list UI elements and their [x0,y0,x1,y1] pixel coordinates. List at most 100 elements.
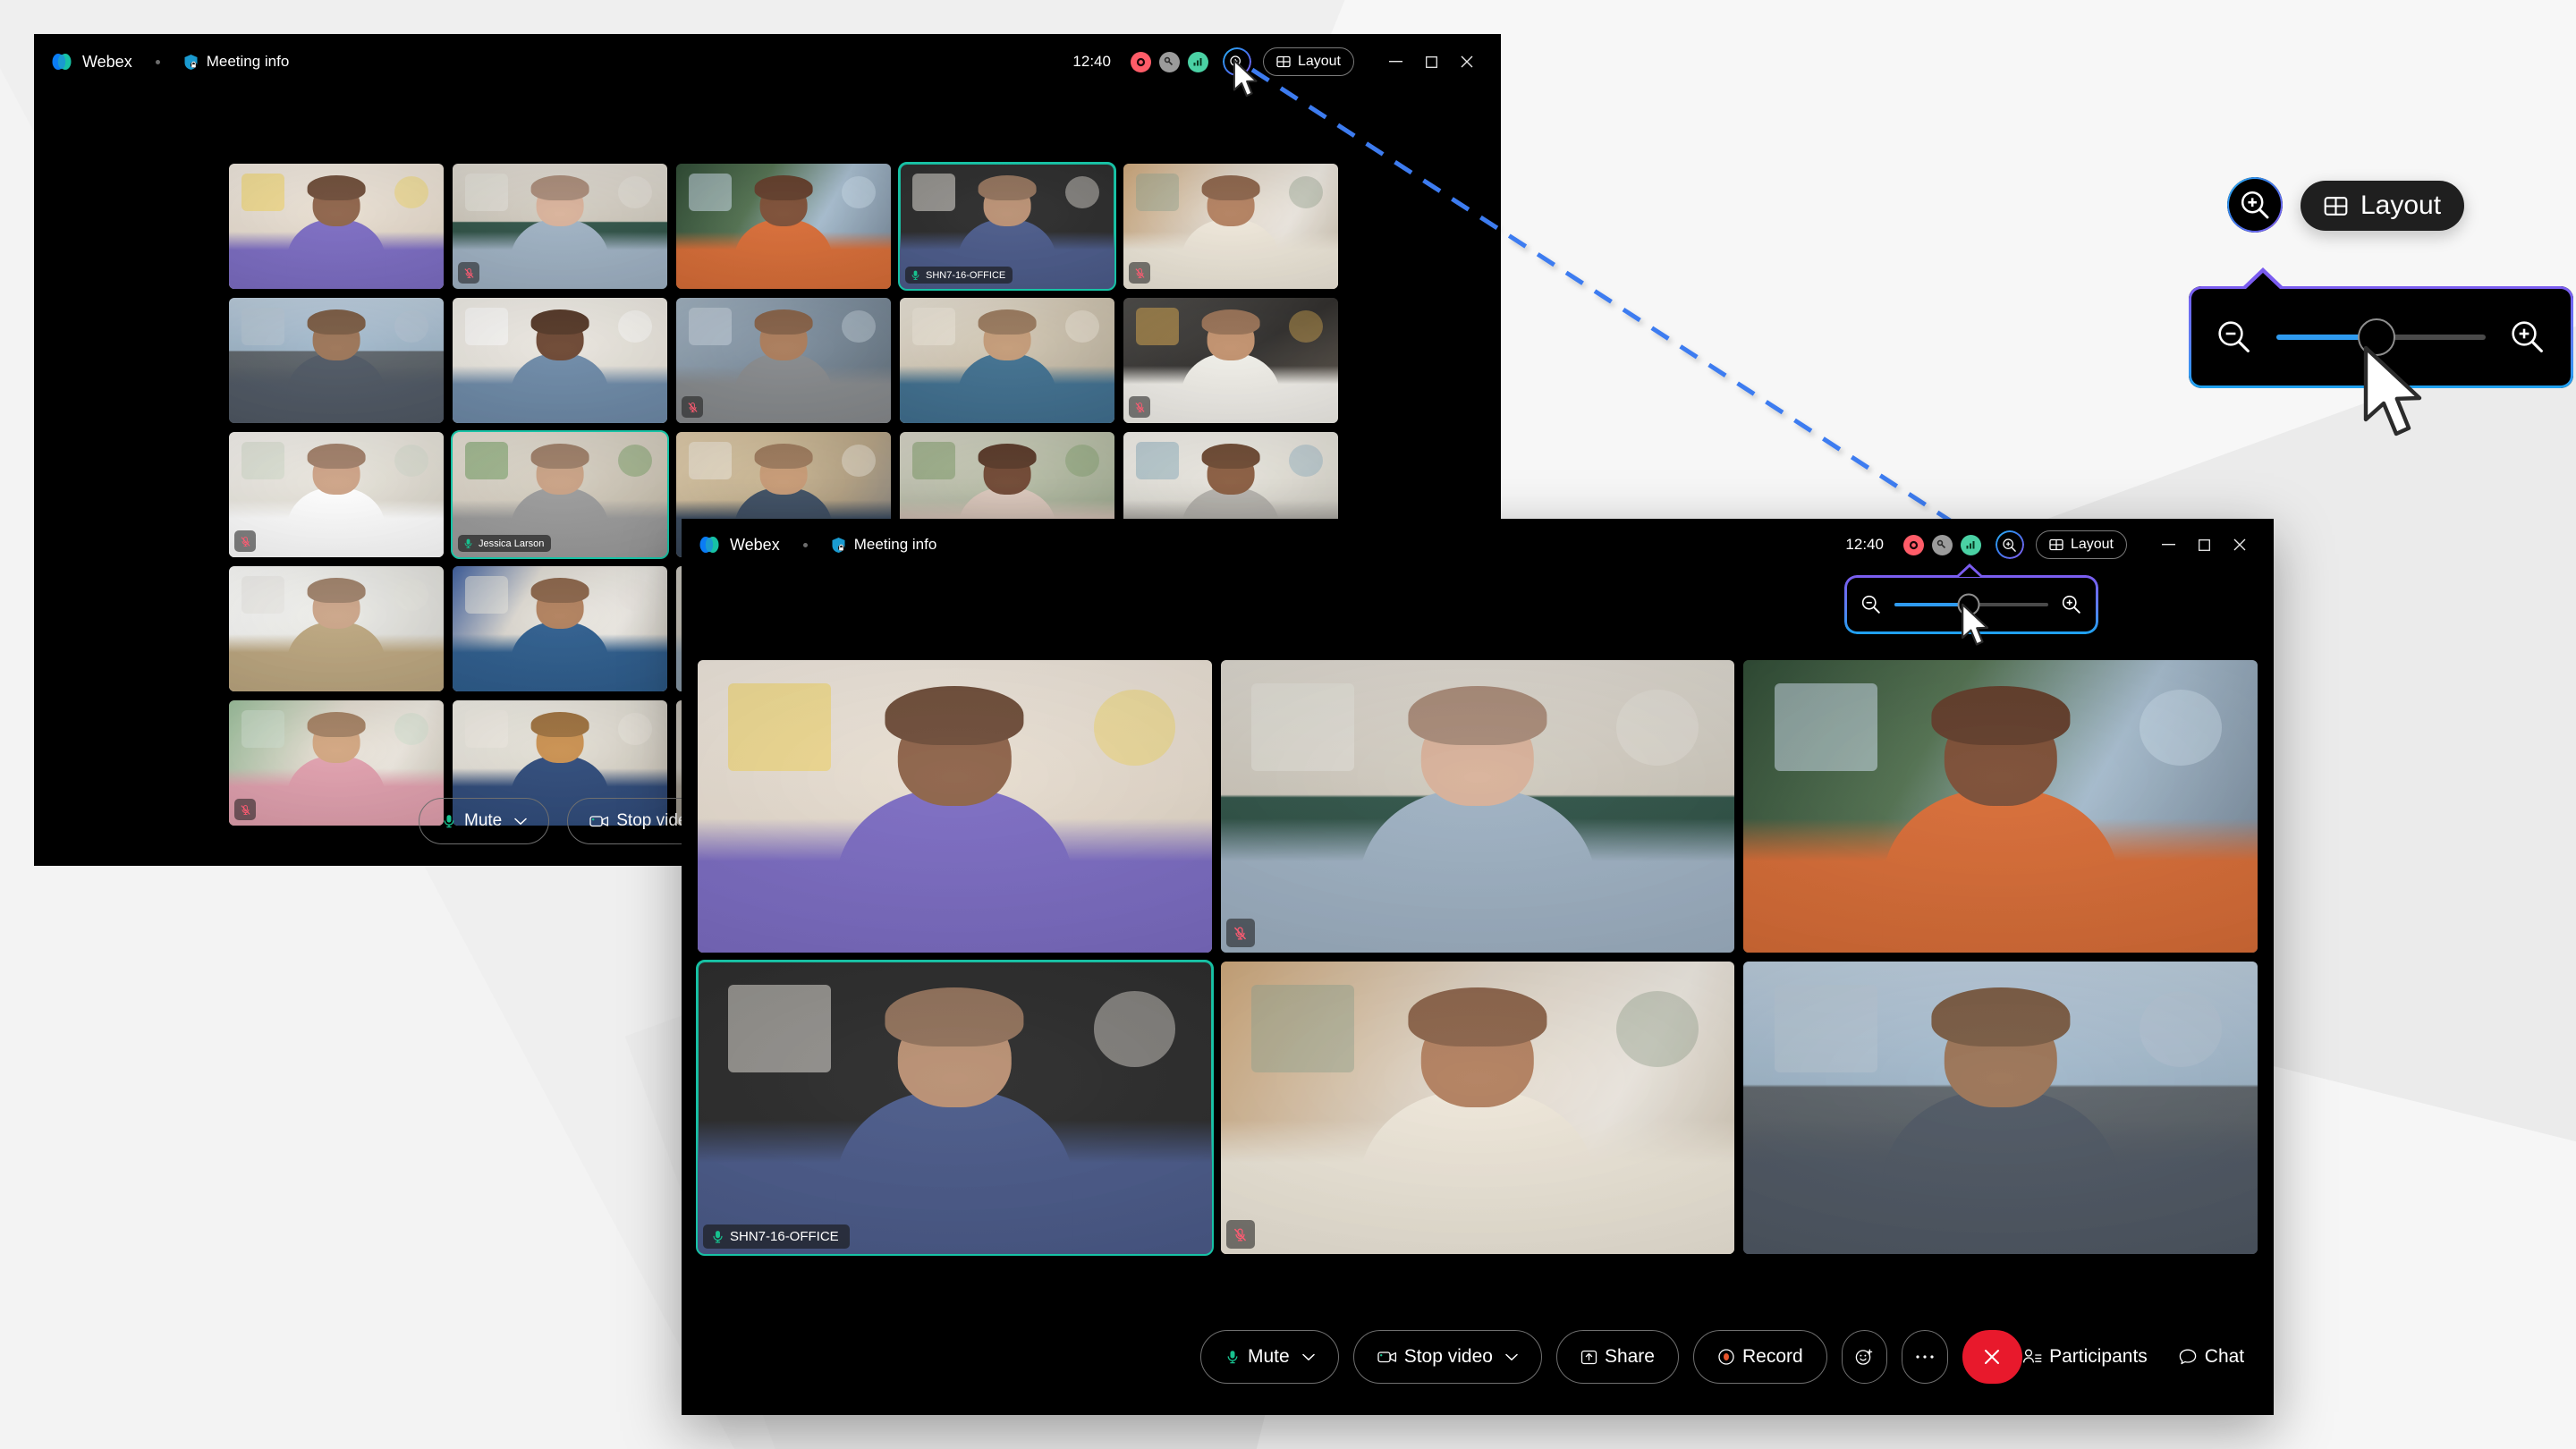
record-button[interactable]: Record [1692,1330,1827,1384]
mute-button[interactable]: Mute [1200,1330,1339,1384]
video-tile[interactable] [229,566,444,691]
zoom-slider-handle[interactable] [1957,593,1980,616]
zoom-slider-handle[interactable] [2358,318,2396,356]
grid-layout-icon [1276,55,1291,69]
participant-name-chip: Jessica Larson [458,535,552,552]
video-tile[interactable] [1220,962,1735,1254]
video-tile[interactable] [1123,298,1338,423]
participants-icon [2022,1348,2042,1366]
end-meeting-button[interactable] [1962,1330,2023,1384]
close-button[interactable] [1449,47,1485,77]
muted-microphone-badge [1225,919,1255,947]
more-options-button[interactable] [1902,1330,1948,1384]
zoom-slider-track[interactable] [1894,593,2048,616]
chevron-down-icon[interactable] [1505,1353,1518,1361]
callout-zoom-view-button[interactable] [2227,177,2283,233]
stop-video-button[interactable]: Stop video [1352,1330,1542,1384]
camera-icon [589,813,609,829]
meeting-info-button[interactable]: Meeting info [831,536,936,554]
meeting-info-label: Meeting info [206,53,290,70]
stop-video-button-label: Stop video [1403,1346,1493,1367]
video-tile[interactable] [229,164,444,289]
layout-button-label: Layout [1297,54,1341,69]
webex-meeting-window-zoomed-view[interactable]: Webex Meeting info 12:40 Layout SHN7-16-… [682,519,2274,1415]
meeting-info-button[interactable]: Meeting info [183,53,290,71]
recording-status-icon[interactable] [1902,534,1924,555]
participants-button-label: Participants [2049,1346,2148,1367]
zoom-in-icon[interactable] [2061,594,2082,615]
video-tile[interactable] [1123,164,1338,289]
video-tile[interactable] [453,164,667,289]
chat-bubble-icon [2178,1348,2198,1366]
mute-button-label: Mute [1248,1346,1290,1367]
video-tile[interactable]: SHN7-16-OFFICE [898,162,1116,291]
meeting-key-icon[interactable] [1931,534,1953,555]
close-icon [1982,1347,2002,1367]
microphone-icon [441,813,457,829]
microphone-muted-icon [463,267,475,279]
maximize-button[interactable] [1413,47,1449,77]
muted-microphone-badge [234,530,256,552]
recording-status-icon[interactable] [1130,51,1151,72]
video-tile[interactable] [1743,962,2258,1254]
callout-layout-label: Layout [2360,191,2442,220]
popover-caret-inner [1959,567,1980,577]
zoom-slider-popover[interactable] [1844,564,2098,634]
layout-button[interactable]: Layout [1262,47,1354,76]
record-icon [1717,1348,1735,1366]
zoom-view-button[interactable] [1222,47,1251,76]
video-tile[interactable] [453,566,667,691]
minimize-button[interactable] [2150,530,2186,560]
meeting-info-icon [183,54,199,71]
front-window-video-grid: SHN7-16-OFFICE [696,660,2258,1256]
video-tile[interactable] [1743,660,2258,953]
callout-layout-button[interactable]: Layout [2301,181,2465,231]
maximize-button[interactable] [2186,530,2222,560]
microphone-icon [1224,1349,1241,1365]
callout-popover-caret-inner [2246,273,2280,289]
share-icon [1580,1349,1597,1366]
video-tile[interactable]: Jessica Larson [451,430,669,559]
video-tile[interactable] [900,298,1114,423]
chat-button[interactable]: Chat [2178,1330,2244,1384]
zoom-slider-track[interactable] [2276,318,2486,356]
video-tile[interactable] [229,432,444,557]
callout-zoom-slider-popover[interactable] [2189,267,2573,388]
mute-button[interactable]: Mute [419,798,550,844]
network-quality-icon[interactable] [1960,534,1981,555]
participants-button[interactable]: Participants [2022,1330,2148,1384]
microphone-icon [910,269,921,281]
video-tile[interactable] [698,660,1212,953]
share-button-label: Share [1604,1346,1655,1367]
zoom-view-button[interactable] [1995,530,2024,559]
video-tile[interactable] [453,298,667,423]
reactions-button[interactable] [1841,1330,1888,1384]
front-window-control-bar: Mute Stop video Share Record Participant… [682,1299,2274,1415]
meeting-key-icon[interactable] [1158,51,1180,72]
participant-name: Jessica Larson [479,538,545,549]
titlebar-separator-dot [155,59,160,64]
zoom-out-icon[interactable] [1860,594,1882,615]
muted-microphone-badge [1129,262,1150,284]
video-tile[interactable] [676,298,891,423]
microphone-muted-icon [1233,1227,1248,1242]
minimize-button[interactable] [1377,47,1413,77]
chevron-down-icon[interactable] [1301,1353,1315,1361]
video-tile[interactable] [229,298,444,423]
microphone-muted-icon [240,536,251,547]
muted-microphone-badge [458,262,479,284]
zoom-out-icon[interactable] [2216,318,2253,356]
close-button[interactable] [2222,530,2258,560]
front-window-titlebar: Webex Meeting info 12:40 Layout [682,519,2274,571]
network-quality-icon[interactable] [1187,51,1208,72]
video-tile[interactable]: SHN7-16-OFFICE [696,960,1214,1256]
titlebar-separator-dot [802,542,808,547]
layout-button[interactable]: Layout [2035,530,2127,559]
video-tile[interactable] [1220,660,1735,953]
chevron-down-icon[interactable] [514,818,527,826]
video-tile[interactable] [676,164,891,289]
meeting-clock: 12:40 [1072,53,1111,70]
zoom-in-icon[interactable] [2509,318,2546,356]
share-button[interactable]: Share [1555,1330,1679,1384]
grid-layout-icon [2049,538,2063,552]
